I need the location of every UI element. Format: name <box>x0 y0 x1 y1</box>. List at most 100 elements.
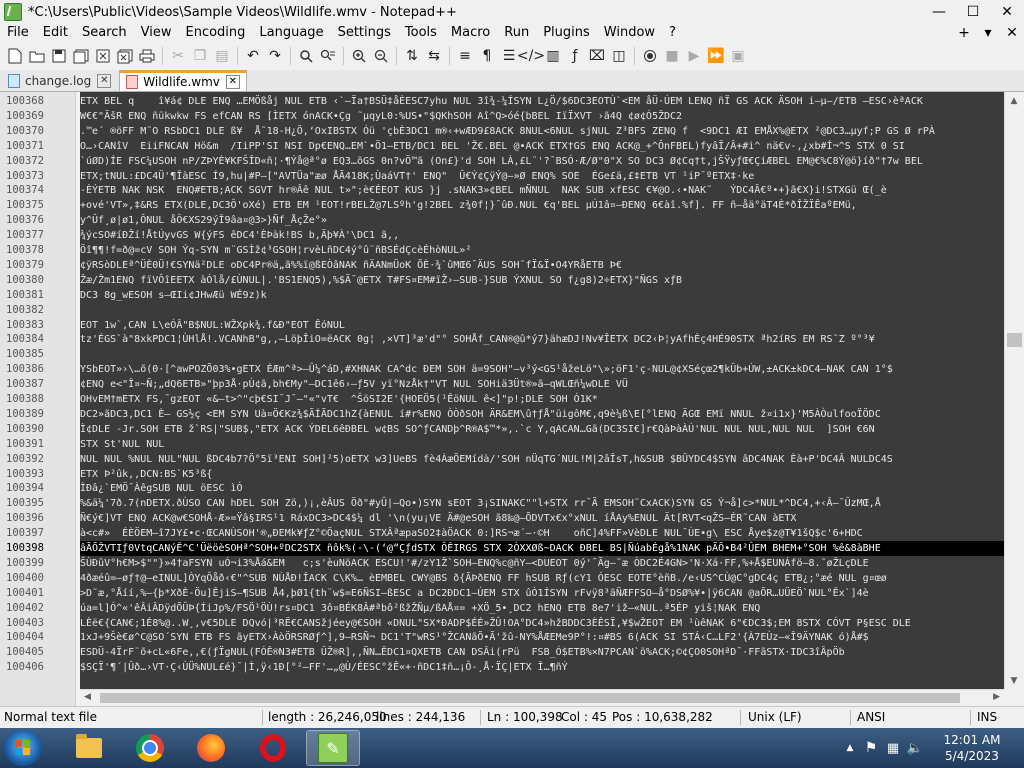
current-code-line[interactable]: âÃÕŽVTIƒ0VtqCANýÊ^C'ÜëöèSOHª^SOH+ºDC2STX… <box>80 541 1004 556</box>
status-insert-mode[interactable]: INS <box>977 707 997 728</box>
sync-horizontal-icon[interactable]: ⇆ <box>424 46 444 66</box>
taskbar-opera[interactable] <box>246 730 300 766</box>
close-window-button[interactable]: ✕ <box>990 0 1024 24</box>
scroll-left-icon[interactable]: ◀ <box>84 692 91 702</box>
taskbar-firefox[interactable] <box>184 730 238 766</box>
menu-help[interactable]: ? <box>662 24 683 42</box>
taskbar-google-chrome[interactable] <box>123 730 177 766</box>
horizontal-scrollbar[interactable]: ◀ ▶ <box>80 689 1004 706</box>
vertical-scroll-thumb[interactable] <box>1007 333 1022 347</box>
code-line[interactable]: YSbEOT»›\…õ(0·[^awPOZÕ03%•gETX ÉÆm^ª>–Û¼… <box>80 362 1004 377</box>
code-line[interactable]: >D˜æ,°Åíí,%–{þ*XðÈ-Öu]ÊjiS–¶SUB Å4,þØ1{t… <box>80 586 1004 601</box>
new-tab-plus-icon[interactable]: + <box>952 24 976 42</box>
stop-record-icon[interactable]: ■ <box>662 46 682 66</box>
code-line[interactable]: O…›CANîV EiiFNCAN Hö&m /IiPP'SI NSI Dp€E… <box>80 139 1004 154</box>
menu-tools[interactable]: Tools <box>398 24 444 42</box>
code-line[interactable]: -ÈÝETB NAK NSK ENQ#ETB;ACK SGVT hr®Âê NU… <box>80 183 1004 198</box>
run-macro-multiple-icon[interactable]: ⏩ <box>706 46 726 66</box>
volume-icon[interactable]: 🔈 <box>904 741 926 756</box>
word-wrap-icon[interactable]: ≡ <box>455 46 475 66</box>
menu-settings[interactable]: Settings <box>331 24 398 42</box>
menu-macro[interactable]: Macro <box>444 24 497 42</box>
code-line[interactable]: ETX BEL q î¥á¢ DLE ENQ …EMÖßåj NUL ETB ‹… <box>80 94 1004 109</box>
tab-close-icon[interactable]: ✕ <box>225 75 240 89</box>
copy-icon[interactable]: ❐ <box>190 46 210 66</box>
code-line[interactable]: .™e´ ®öFF M˜O RSbDC1 DLE ß¥ Å˜18-H¿Ö,‘Ox… <box>80 124 1004 139</box>
code-line[interactable]: W€€"ÄšR ENQ ñükwkw FS efCAN RS [ÌETX ónA… <box>80 109 1004 124</box>
taskbar-notepad-plus-plus[interactable]: ✎ <box>306 730 360 766</box>
undo-icon[interactable]: ↶ <box>243 46 263 66</box>
horizontal-scroll-thumb[interactable] <box>100 693 960 703</box>
code-line[interactable]: DC2»ãDC3,DC1 È– GS½ç <EM SYN Uà¤Ö€Kz¾$ÃÍ… <box>80 407 1004 422</box>
code-line[interactable]: ESDÜ-4ÏrF¨õ+cL«6Fe,,€(ƒÏgNUL(FÓÊ®N3#ETB … <box>80 645 1004 660</box>
maximize-button[interactable]: ☐ <box>956 0 990 24</box>
code-line[interactable]: 1xJ+9Šè€ø^C@SO´SYN ETB FS ãyETX›ÀòÖRSRØƒ… <box>80 630 1004 645</box>
sync-vertical-icon[interactable]: ⇅ <box>402 46 422 66</box>
new-file-icon[interactable] <box>5 46 25 66</box>
code-line[interactable]: OHvEM†mETX FS‚¯gzEOT «&–t>^"cþ€SI¯J¯–"«"… <box>80 392 1004 407</box>
code-line[interactable] <box>80 303 1004 318</box>
menu-run[interactable]: Run <box>497 24 536 42</box>
code-line[interactable]: +ové'VT»,‡&RS ETX(DLE,DC3Ô'oXé) ETB EM ¹… <box>80 198 1004 213</box>
open-file-icon[interactable] <box>27 46 47 66</box>
status-line-number[interactable]: Ln : 100,398 <box>487 707 563 728</box>
scroll-down-icon[interactable]: ▼ <box>1005 672 1023 689</box>
code-line[interactable]: y^Ûf¸ø|ø1,ÔNUL åÔ€XS29ýÎ9âa¤@3>}Ñf_ÅçŽe°… <box>80 213 1004 228</box>
taskbar-windows-explorer[interactable] <box>62 730 116 766</box>
start-button[interactable] <box>4 730 42 766</box>
menu-encoding[interactable]: Encoding <box>178 24 252 42</box>
code-line[interactable]: ETX Þ²ûk,,DCN:BS`K5³ß{ <box>80 467 1004 482</box>
code-line[interactable]: 4ðæéû=–øƒ†@–eINUL]ÒYqÔåð‹€"^SUB NÙÅÐ!ÎAC… <box>80 571 1004 586</box>
save-macro-icon[interactable]: ▣ <box>728 46 748 66</box>
scroll-up-icon[interactable]: ▲ <box>1005 92 1023 109</box>
folder-workspace-icon[interactable]: ⌧ <box>587 46 607 66</box>
code-line[interactable]: LÈë€{CAN€;1É8%@..W¸,v€5DLE DQvó|³RË€CANS… <box>80 616 1004 631</box>
save-icon[interactable] <box>49 46 69 66</box>
status-column[interactable]: Col : 45 <box>561 707 607 728</box>
code-line[interactable]: úa=l]Ó^«'êÂiÂDÿdÕÛÞ{ÍiJp%/FSÖ¹ÖÙ!rs¤DC1 … <box>80 601 1004 616</box>
tab-wildlife-wmv[interactable]: Wildlife.wmv ✕ <box>119 70 247 91</box>
code-line[interactable]: ÌÐâ¿`EMÖ¯ÀêgSUB NUL öESC ìÓ <box>80 481 1004 496</box>
code-line[interactable]: ETX;tNUL:£DC4Ü'¶ÎàESC Í9,hu|#P–["AVTÜa"æ… <box>80 169 1004 184</box>
menu-plugins[interactable]: Plugins <box>536 24 597 42</box>
menu-view[interactable]: View <box>134 24 179 42</box>
code-line[interactable]: `úØD)ÍE FSC¼USOH nP/ZÞYÈ¥KFŠÎD«ñ¦·¶Ýå@ª°… <box>80 154 1004 169</box>
menu-window[interactable]: Window <box>597 24 662 42</box>
text-area[interactable]: ETX BEL q î¥á¢ DLE ENQ …EMÖßåj NUL ETB ‹… <box>80 92 1004 689</box>
code-line[interactable]: Ñ€ý€]VT ENQ ACK@w€SOHÅ-Æ»=Ÿâ§IRS¹1 RáxDC… <box>80 511 1004 526</box>
tab-list-chevron-icon[interactable]: ▾ <box>976 24 1000 42</box>
monitoring-icon[interactable]: ◫ <box>609 46 629 66</box>
zoom-out-icon[interactable] <box>371 46 391 66</box>
network-icon[interactable]: ▦ <box>882 741 904 756</box>
code-line[interactable]: Ì¢DLE -Jr.SOH ETB ž`RS|"SUB$,"ETX ACK ÝD… <box>80 422 1004 437</box>
status-position[interactable]: Pos : 10,638,282 <box>612 707 713 728</box>
code-line[interactable]: à<c#» ÉÈÖEM–î7JY£•c·ŒCANÙSOH'®„ÐEMk¥ƒZ°©… <box>80 526 1004 541</box>
save-all-icon[interactable] <box>71 46 91 66</box>
close-icon[interactable] <box>93 46 113 66</box>
code-line[interactable]: ŠÙÐûV°h€M>$""}»4†aFSYN uÓ¬i3%Åá&EM c;s'è… <box>80 556 1004 571</box>
menu-search[interactable]: Search <box>75 24 134 42</box>
show-all-chars-icon[interactable]: ¶ <box>477 46 497 66</box>
document-map-icon[interactable]: ▥ <box>543 46 563 66</box>
code-line[interactable]: tz'ÉGS`à"8xkPDC1¦ÙHlÅ!.VCANhB"g,,–LöþÎiO… <box>80 332 1004 347</box>
cut-icon[interactable]: ✂ <box>168 46 188 66</box>
action-center-flag-icon[interactable]: ⚑ <box>860 740 882 756</box>
print-icon[interactable] <box>137 46 157 66</box>
code-line[interactable]: Öî¶¶!f=ð@=cV SOH Ýq-SYN m¨GSÌž¢³GSOH¦rvè… <box>80 243 1004 258</box>
code-line[interactable]: STX St'NUL NUL <box>80 437 1004 452</box>
code-line[interactable]: ¢ENQ e<"Î¤~Ñ;„dQ6ETB»"þp3Å·pÙ¢ã,bh€My"–D… <box>80 377 1004 392</box>
play-macro-icon[interactable]: ▶ <box>684 46 704 66</box>
tab-close-icon[interactable]: ✕ <box>97 74 112 88</box>
record-macro-icon[interactable] <box>640 46 660 66</box>
code-line[interactable]: DC3 8g_wESOH s–ŒIi¢JHwÆü WÉ9z)k <box>80 288 1004 303</box>
paste-icon[interactable]: ▤ <box>212 46 232 66</box>
html-tag-icon[interactable]: </> <box>517 46 545 66</box>
close-all-icon[interactable] <box>115 46 135 66</box>
clock[interactable]: 12:01 AM 5/4/2023 <box>928 732 1016 764</box>
code-line[interactable] <box>80 347 1004 362</box>
show-hidden-icons-icon[interactable]: ▲ <box>840 743 860 753</box>
menu-file[interactable]: File <box>0 24 36 42</box>
code-line[interactable]: ¢ÿRSòDLEª^ÜÈ0Ü!€SYNä²DLE oDC4Pr®ä„ã%%ï@ß… <box>80 258 1004 273</box>
close-document-icon[interactable]: ✕ <box>1000 24 1024 42</box>
code-line[interactable]: EOT 1w`,CAN L\eÓÂ"B$NUL:WŽXpk¾.f&Ð"EOT Ê… <box>80 318 1004 333</box>
